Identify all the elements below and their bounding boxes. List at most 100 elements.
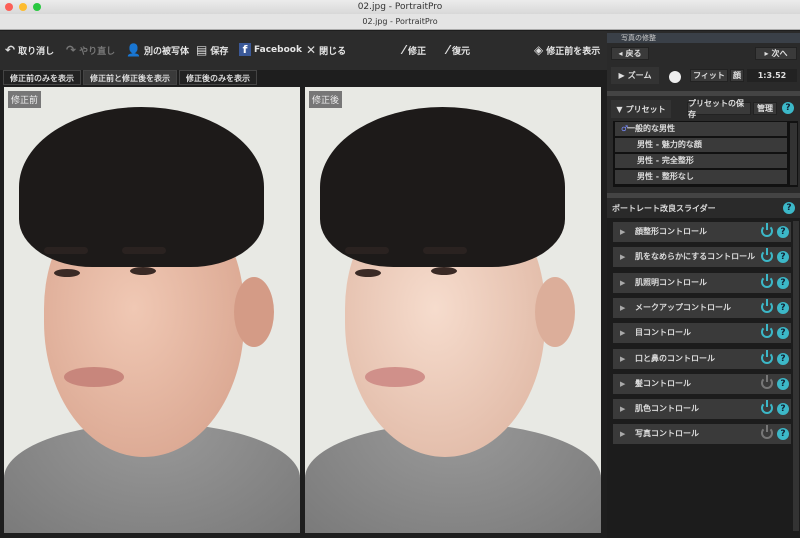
divider <box>607 193 800 198</box>
fit-button[interactable]: フィット <box>690 69 728 82</box>
power-icon[interactable] <box>761 298 773 313</box>
manage-button[interactable]: 管理 <box>753 102 777 115</box>
power-icon[interactable] <box>761 425 773 440</box>
triangle-down-icon: ▼ <box>616 104 623 114</box>
help-icon[interactable]: ? <box>777 377 789 390</box>
sliders-help-icon[interactable]: ? <box>783 202 795 214</box>
title-bar: 02.jpg - PortraitPro <box>0 0 800 14</box>
power-icon[interactable] <box>761 400 773 415</box>
preset-item[interactable]: 男性 - 完全整形 <box>615 154 787 168</box>
control-row[interactable]: ▶ 肌色コントロール? <box>613 399 791 420</box>
preset-label: プリセット <box>625 104 666 114</box>
control-row[interactable]: ▶ 目コントロール? <box>613 323 791 344</box>
before-label: 修正前 <box>8 91 42 108</box>
layers-icon: ◈ <box>534 43 544 57</box>
brush-plus-icon: ⁄ <box>403 43 406 57</box>
preset-list: ♂ 一般的な男性 男性 - 魅力的な顔 男性 - 完全整形 男性 - 整形なし <box>613 121 798 187</box>
brow <box>423 247 467 254</box>
zoom-slider[interactable] <box>669 71 681 83</box>
zoom-toggle[interactable]: ▶ ズーム <box>611 67 659 84</box>
expand-arrow-icon: ▶ <box>620 228 626 236</box>
sliders-title: ポートレート改良スライダー <box>612 204 716 213</box>
zoom-value-field[interactable]: 1:3.52 <box>747 69 797 82</box>
add-person-icon: 👤 <box>126 43 141 57</box>
preset-toggle[interactable]: ▼ プリセット <box>611 100 671 118</box>
close-window-button[interactable] <box>5 3 13 11</box>
redo-button[interactable]: ↷ やり直し <box>66 43 115 57</box>
help-icon[interactable]: ? <box>777 251 789 264</box>
close-icon: ✕ <box>306 43 317 57</box>
power-icon[interactable] <box>761 223 773 237</box>
eye <box>130 267 156 275</box>
save-button[interactable]: ▤ 保存 <box>196 43 228 57</box>
control-row[interactable]: ▶ 肌照明コントロール? <box>613 272 791 293</box>
controls-scrollbar[interactable] <box>793 221 799 531</box>
ear <box>234 277 274 347</box>
redo-icon: ↷ <box>66 43 77 57</box>
control-row[interactable]: ▶ 顔整形コントロール? <box>613 222 791 242</box>
save-preset-button[interactable]: プリセットの保存 <box>687 99 751 119</box>
power-icon[interactable] <box>761 273 773 288</box>
help-icon[interactable]: ? <box>777 301 789 314</box>
divider <box>607 91 800 96</box>
fix-brush-button[interactable]: ⁄ 修正 <box>403 43 426 57</box>
control-row[interactable]: ▶ 写真コントロール? <box>613 424 791 445</box>
restore-brush-button[interactable]: ⁄ 復元 <box>447 43 470 57</box>
next-button[interactable]: ▸ 次へ <box>755 47 797 60</box>
control-row[interactable]: ▶ 髪コントロール? <box>613 373 791 394</box>
expand-arrow-icon: ▶ <box>620 379 626 388</box>
before-photo[interactable]: 修正前 <box>4 87 300 533</box>
restore-label: 復元 <box>452 46 471 57</box>
preset-scrollbar[interactable] <box>790 123 797 185</box>
help-icon[interactable]: ? <box>777 352 789 365</box>
control-label: 肌をなめらかにするコントロール <box>635 252 756 262</box>
power-icon[interactable] <box>761 248 773 263</box>
show-before-button[interactable]: ◈ 修正前を表示 <box>534 43 600 57</box>
back-arrow-icon: ◂ <box>618 49 623 58</box>
preset-item[interactable]: 男性 - 魅力的な顔 <box>615 138 787 152</box>
undo-button[interactable]: ↶ 取り消し <box>5 43 54 57</box>
control-row[interactable]: ▶ メークアップコントロール? <box>613 297 791 318</box>
control-label: 目コントロール <box>635 328 691 338</box>
control-label: 口と鼻のコントロール <box>635 353 715 363</box>
expand-arrow-icon: ▶ <box>620 329 626 338</box>
control-label: 肌照明コントロール <box>635 277 707 287</box>
mouth <box>64 367 124 387</box>
minimize-window-button[interactable] <box>19 3 27 11</box>
brush-minus-icon: ⁄ <box>447 43 450 57</box>
eye <box>54 269 80 277</box>
redo-label: やり直し <box>79 46 116 57</box>
tab-before-after[interactable]: 修正前と修正後を表示 <box>83 70 177 85</box>
help-icon[interactable]: ? <box>777 327 789 340</box>
help-icon[interactable]: ? <box>777 226 789 238</box>
toolbar: ↶ 取り消し ↷ やり直し 👤 別の被写体 ▤ 保存 f Facebook ✕ 閉じる ⁄ 修… <box>0 31 607 70</box>
help-icon[interactable]: ? <box>777 403 789 416</box>
help-icon[interactable]: ? <box>777 276 789 289</box>
back-button[interactable]: ◂ 戻る <box>611 47 649 60</box>
after-photo[interactable]: 修正後 <box>305 87 601 533</box>
save-label: 保存 <box>210 46 229 57</box>
close-label: 閉じる <box>319 46 347 57</box>
control-label: 顔整形コントロール <box>635 227 707 236</box>
preset-help-icon[interactable]: ? <box>782 102 794 114</box>
power-icon[interactable] <box>761 324 773 339</box>
control-row[interactable]: ▶ 肌をなめらかにするコントロール? <box>613 247 791 268</box>
control-label: 髪コントロール <box>635 378 691 388</box>
facebook-label: Facebook <box>254 44 302 55</box>
close-button[interactable]: ✕ 閉じる <box>306 43 346 57</box>
control-row[interactable]: ▶ 口と鼻のコントロール? <box>613 348 791 369</box>
eye <box>355 269 381 277</box>
power-icon[interactable] <box>761 349 773 364</box>
tab-after-only[interactable]: 修正後のみを表示 <box>179 70 257 85</box>
face-button[interactable]: 顔 <box>730 69 744 82</box>
tab-before-only[interactable]: 修正前のみを表示 <box>3 70 81 85</box>
preset-item[interactable]: ♂ 一般的な男性 <box>615 122 787 136</box>
brow <box>122 247 166 254</box>
power-icon[interactable] <box>761 374 773 389</box>
preset-item[interactable]: 男性 - 整形なし <box>615 170 787 184</box>
eye <box>431 267 457 275</box>
other-subject-button[interactable]: 👤 別の被写体 <box>126 43 189 57</box>
help-icon[interactable]: ? <box>777 428 789 441</box>
facebook-button[interactable]: f Facebook <box>239 43 302 56</box>
zoom-window-button[interactable] <box>33 3 41 11</box>
